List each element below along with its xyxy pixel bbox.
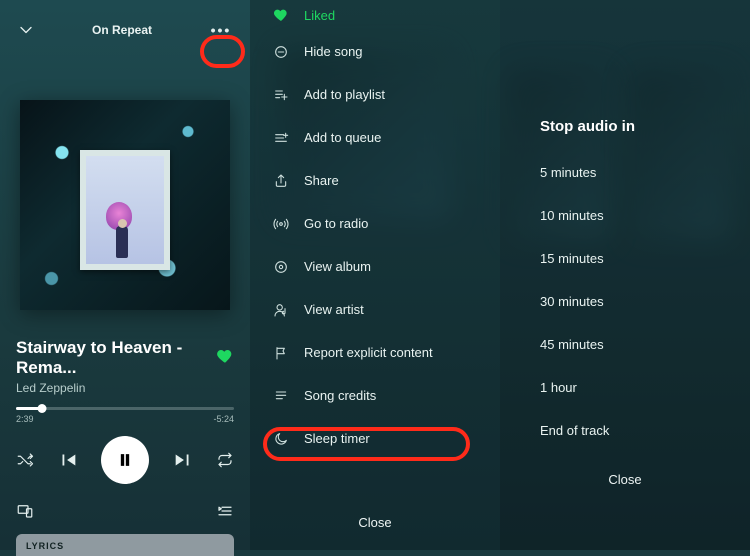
sleep-timer-option[interactable]: End of track bbox=[540, 409, 740, 452]
sleep-timer-option[interactable]: 5 minutes bbox=[540, 151, 740, 194]
context-menu-item-minus-circle[interactable]: Hide song bbox=[272, 30, 490, 73]
remaining-time: -5:24 bbox=[213, 414, 234, 424]
context-menu-item-label: Add to playlist bbox=[304, 87, 385, 102]
album-art[interactable] bbox=[16, 100, 234, 310]
context-menu-item-label: Sleep timer bbox=[304, 431, 370, 446]
like-button[interactable] bbox=[216, 347, 234, 370]
chevron-down-icon[interactable] bbox=[16, 20, 36, 40]
sleep-timer-option-label: 45 minutes bbox=[540, 337, 604, 352]
elapsed-time: 2:39 bbox=[16, 414, 34, 424]
track-context-menu: Liked Hide song Add to playlist Add to queu… bbox=[250, 0, 500, 550]
sleep-timer-option-label: 10 minutes bbox=[540, 208, 604, 223]
context-menu-item-label: Share bbox=[304, 173, 339, 188]
moon-icon bbox=[272, 430, 290, 448]
sleep-timer-title: Stop audio in bbox=[540, 118, 750, 135]
now-playing-panel: On Repeat ••• Stairway to Heaven - Rema.… bbox=[0, 0, 250, 550]
repeat-button[interactable] bbox=[216, 451, 234, 469]
context-menu-item-label: Liked bbox=[304, 8, 335, 23]
seek-bar[interactable]: 2:39 -5:24 bbox=[16, 407, 234, 424]
context-menu-item-label: Hide song bbox=[304, 44, 363, 59]
pause-button[interactable] bbox=[101, 436, 149, 484]
context-menu-item-label: Go to radio bbox=[304, 216, 368, 231]
next-button[interactable] bbox=[172, 449, 194, 471]
context-menu-item-label: View album bbox=[304, 259, 371, 274]
playback-context-label: On Repeat bbox=[92, 23, 152, 37]
context-menu-item-moon[interactable]: Sleep timer bbox=[272, 417, 490, 460]
context-menu-item-label: Report explicit content bbox=[304, 345, 433, 360]
sleep-timer-option[interactable]: 45 minutes bbox=[540, 323, 740, 366]
context-menu-item-share[interactable]: Share bbox=[272, 159, 490, 202]
sleep-timer-close-button[interactable]: Close bbox=[500, 452, 750, 507]
playlist-add-icon bbox=[272, 86, 290, 104]
context-menu-item-playlist-add[interactable]: Add to playlist bbox=[272, 73, 490, 116]
flag-icon bbox=[272, 344, 290, 362]
track-title: Stairway to Heaven - Rema... bbox=[16, 338, 208, 378]
radio-icon bbox=[272, 215, 290, 233]
context-menu-item-heart[interactable]: Liked bbox=[272, 0, 490, 30]
sleep-timer-option-label: 1 hour bbox=[540, 380, 577, 395]
sleep-timer-option-label: 30 minutes bbox=[540, 294, 604, 309]
sleep-timer-option[interactable]: 15 minutes bbox=[540, 237, 740, 280]
sleep-timer-option[interactable]: 1 hour bbox=[540, 366, 740, 409]
sleep-timer-option-label: End of track bbox=[540, 423, 609, 438]
context-menu-item-label: Song credits bbox=[304, 388, 376, 403]
devices-button[interactable] bbox=[16, 502, 34, 520]
heart-icon bbox=[272, 6, 290, 24]
disc-icon bbox=[272, 258, 290, 276]
sleep-timer-option-label: 5 minutes bbox=[540, 165, 596, 180]
credits-icon bbox=[272, 387, 290, 405]
context-menu-item-artist[interactable]: View artist bbox=[272, 288, 490, 331]
sleep-timer-menu: Stop audio in 5 minutes 10 minutes 15 minu… bbox=[500, 0, 750, 550]
more-options-button[interactable]: ••• bbox=[208, 17, 234, 43]
sleep-timer-option[interactable]: 30 minutes bbox=[540, 280, 740, 323]
sleep-timer-option-label: 15 minutes bbox=[540, 251, 604, 266]
context-menu-item-label: Add to queue bbox=[304, 130, 381, 145]
context-menu-close-button[interactable]: Close bbox=[250, 495, 500, 550]
artist-name[interactable]: Led Zeppelin bbox=[16, 381, 234, 395]
queue-button[interactable] bbox=[216, 502, 234, 520]
queue-icon bbox=[272, 129, 290, 147]
lyrics-card[interactable]: LYRICS bbox=[16, 534, 234, 556]
shuffle-button[interactable] bbox=[16, 451, 34, 469]
context-menu-item-label: View artist bbox=[304, 302, 364, 317]
context-menu-item-flag[interactable]: Report explicit content bbox=[272, 331, 490, 374]
sleep-timer-option[interactable]: 10 minutes bbox=[540, 194, 740, 237]
artist-icon bbox=[272, 301, 290, 319]
previous-button[interactable] bbox=[57, 449, 79, 471]
context-menu-item-radio[interactable]: Go to radio bbox=[272, 202, 490, 245]
context-menu-item-queue[interactable]: Add to queue bbox=[272, 116, 490, 159]
context-menu-item-disc[interactable]: View album bbox=[272, 245, 490, 288]
minus-circle-icon bbox=[272, 43, 290, 61]
context-menu-item-credits[interactable]: Song credits bbox=[272, 374, 490, 417]
share-icon bbox=[272, 172, 290, 190]
